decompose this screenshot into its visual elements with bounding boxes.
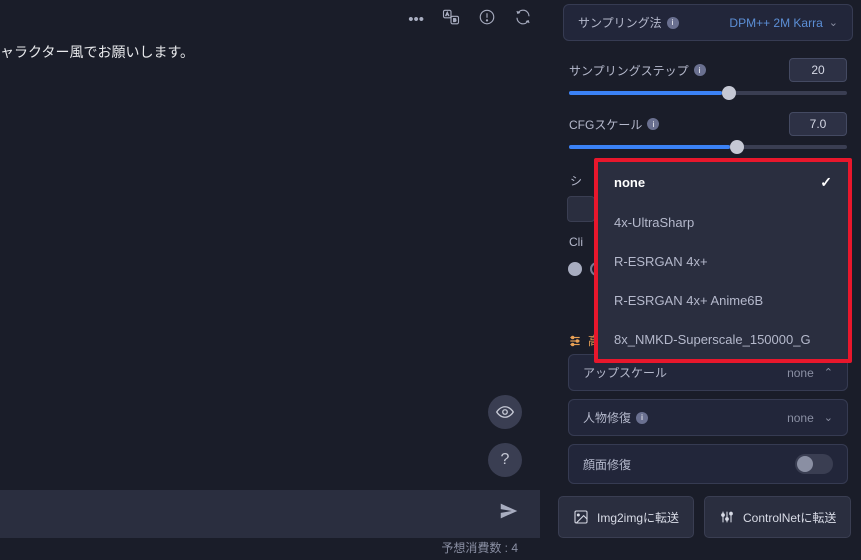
- dropdown-item-ultrasharp[interactable]: 4x-UltraSharp: [598, 203, 848, 242]
- face-fix-label: 顔面修復: [583, 456, 785, 473]
- visibility-button[interactable]: [488, 395, 522, 429]
- face-restore-label: 人物修復i: [583, 409, 777, 426]
- dropdown-item-nmkd[interactable]: 8x_NMKD-Superscale_150000_G: [598, 320, 848, 359]
- info-icon[interactable]: i: [636, 412, 648, 424]
- sampler-label: サンプリング法i: [578, 14, 719, 31]
- dropdown-item-resrgan-anime[interactable]: R-ESRGAN 4x+ Anime6B: [598, 281, 848, 320]
- upscaler-dropdown: none✓ 4x-UltraSharp R-ESRGAN 4x+ R-ESRGA…: [594, 158, 852, 363]
- chevron-up-icon[interactable]: ⌃: [824, 366, 833, 379]
- steps-value[interactable]: 20: [789, 58, 847, 82]
- prompt-text: ャラクター風でお願いします。: [0, 42, 194, 62]
- svg-text:B: B: [453, 18, 456, 23]
- steps-slider[interactable]: [569, 91, 847, 95]
- refresh-icon[interactable]: [514, 8, 532, 30]
- clip-radio-1[interactable]: [568, 262, 582, 276]
- img2img-button[interactable]: Img2imgに転送: [558, 496, 694, 538]
- help-button[interactable]: ?: [488, 443, 522, 477]
- face-restore-value: none: [787, 411, 814, 425]
- main-area: ••• AB ャラクター風でお願いします。 ? 予想消費数 : 4: [0, 0, 540, 560]
- info-icon[interactable]: i: [694, 64, 706, 76]
- cfg-label: CFGスケールi: [569, 116, 779, 133]
- translate-icon[interactable]: AB: [442, 8, 460, 30]
- consumption-counter: 予想消費数 : 4: [0, 539, 540, 556]
- info-icon[interactable]: i: [667, 17, 679, 29]
- send-icon[interactable]: [498, 500, 520, 528]
- seed-input-partial[interactable]: [567, 196, 595, 222]
- steps-label: サンプリングステップi: [569, 62, 779, 79]
- clip-label-partial: Cli: [569, 235, 583, 249]
- sampler-select[interactable]: DPM++ 2M Karra⌄: [729, 16, 838, 30]
- svg-text:A: A: [446, 12, 449, 17]
- image-icon: [573, 509, 589, 525]
- info-icon[interactable]: i: [647, 118, 659, 130]
- chevron-down-icon[interactable]: ⌄: [824, 411, 833, 424]
- cfg-value[interactable]: 7.0: [789, 112, 847, 136]
- cfg-slider[interactable]: [569, 145, 847, 149]
- chevron-down-icon: ⌄: [829, 16, 838, 29]
- upscale-label: アップスケール: [583, 364, 777, 381]
- more-icon[interactable]: •••: [408, 11, 424, 28]
- upscale-value: none: [787, 366, 814, 380]
- controlnet-button[interactable]: ControlNetに転送: [704, 496, 851, 538]
- input-bar[interactable]: [0, 490, 540, 538]
- face-fix-toggle[interactable]: [795, 454, 833, 474]
- alert-icon[interactable]: [478, 8, 496, 30]
- dropdown-item-none[interactable]: none✓: [598, 162, 848, 203]
- sliders-icon: [568, 334, 582, 348]
- dropdown-item-resrgan[interactable]: R-ESRGAN 4x+: [598, 242, 848, 281]
- sliders-icon: [719, 509, 735, 525]
- seed-label-partial: シ: [570, 172, 582, 189]
- check-icon: ✓: [820, 174, 832, 191]
